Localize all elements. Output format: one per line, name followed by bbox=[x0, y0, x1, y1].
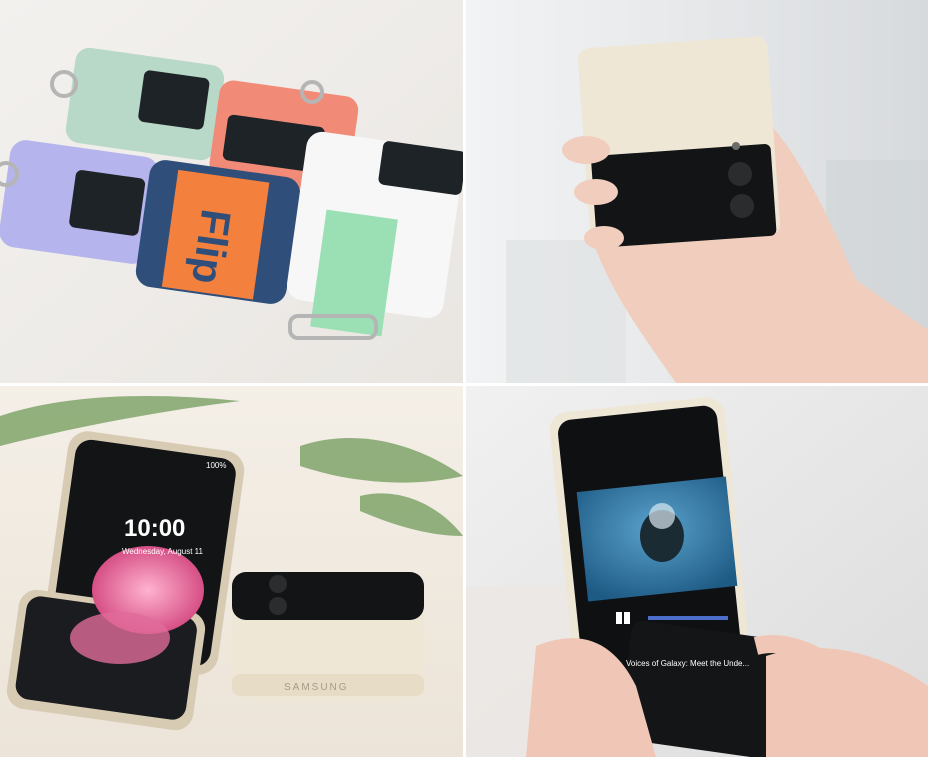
cases-illustration: Flip bbox=[0, 0, 463, 383]
open-phone-illustration: 100% 10:00 Wednesday, August 11 SAMSUNG bbox=[0, 386, 463, 757]
navy-case: Flip bbox=[135, 160, 301, 304]
hand-held-illustration bbox=[466, 0, 928, 383]
photo-hand-held bbox=[466, 0, 928, 383]
lavender-case bbox=[0, 140, 159, 264]
photo-open-phone: 100% 10:00 Wednesday, August 11 SAMSUNG bbox=[0, 386, 463, 757]
video-illustration: Voices of Galaxy: Meet the Unde... bbox=[466, 386, 928, 757]
video-title: Voices of Galaxy: Meet the Unde... bbox=[626, 659, 749, 668]
photo-video: Voices of Galaxy: Meet the Unde... bbox=[466, 386, 928, 757]
lock-date: Wednesday, August 11 bbox=[122, 547, 203, 556]
status-bar: 100% bbox=[206, 461, 226, 470]
samsung-logo: SAMSUNG bbox=[284, 682, 349, 693]
photo-collage: Flip 100% 10:00 Wednesday, August 11 SAM… bbox=[0, 0, 928, 757]
photo-cases: Flip bbox=[0, 0, 463, 383]
lock-time: 10:00 bbox=[124, 515, 185, 542]
cream-phone bbox=[578, 36, 780, 248]
closed-flip-phone: SAMSUNG bbox=[232, 572, 424, 700]
